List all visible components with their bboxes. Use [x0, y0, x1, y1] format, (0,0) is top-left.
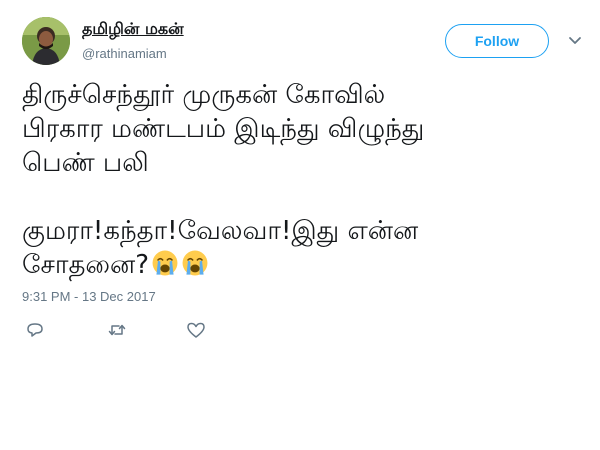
tweet-line: பிரகார மண்டபம் இடிந்து விழுந்து — [22, 114, 425, 144]
follow-button[interactable]: Follow — [445, 24, 549, 58]
tweet-line: குமரா!கந்தா!வேலவா!இது என்ன — [22, 216, 419, 246]
tweet-text: திருச்செந்தூர் முருகன் கோவில் பிரகார மண்… — [22, 78, 587, 282]
crying-face-emoji — [152, 250, 178, 276]
tweet-line: பெண் பலி — [22, 148, 149, 178]
tweet-line-with-emoji: சோதனை? — [22, 248, 587, 282]
user-handle[interactable]: @rathinamiam — [82, 46, 167, 61]
tweet-paragraph-gap — [22, 180, 587, 214]
divider — [22, 311, 587, 312]
tweet-line: திருச்செந்தூர் முருகன் கோவில் — [22, 80, 386, 110]
avatar[interactable] — [22, 17, 70, 65]
user-display-name[interactable]: தமிழின் மகன் — [82, 19, 184, 40]
avatar-image — [22, 17, 70, 65]
retweet-icon[interactable] — [107, 321, 127, 339]
crying-face-emoji — [182, 250, 208, 276]
tweet-line-text: சோதனை? — [22, 250, 149, 280]
tweet-timestamp[interactable]: 9:31 PM - 13 Dec 2017 — [22, 289, 156, 304]
chevron-down-icon[interactable] — [568, 36, 582, 46]
follow-button-label: Follow — [474, 33, 520, 49]
like-icon[interactable] — [186, 321, 206, 339]
reply-icon[interactable] — [25, 321, 45, 339]
